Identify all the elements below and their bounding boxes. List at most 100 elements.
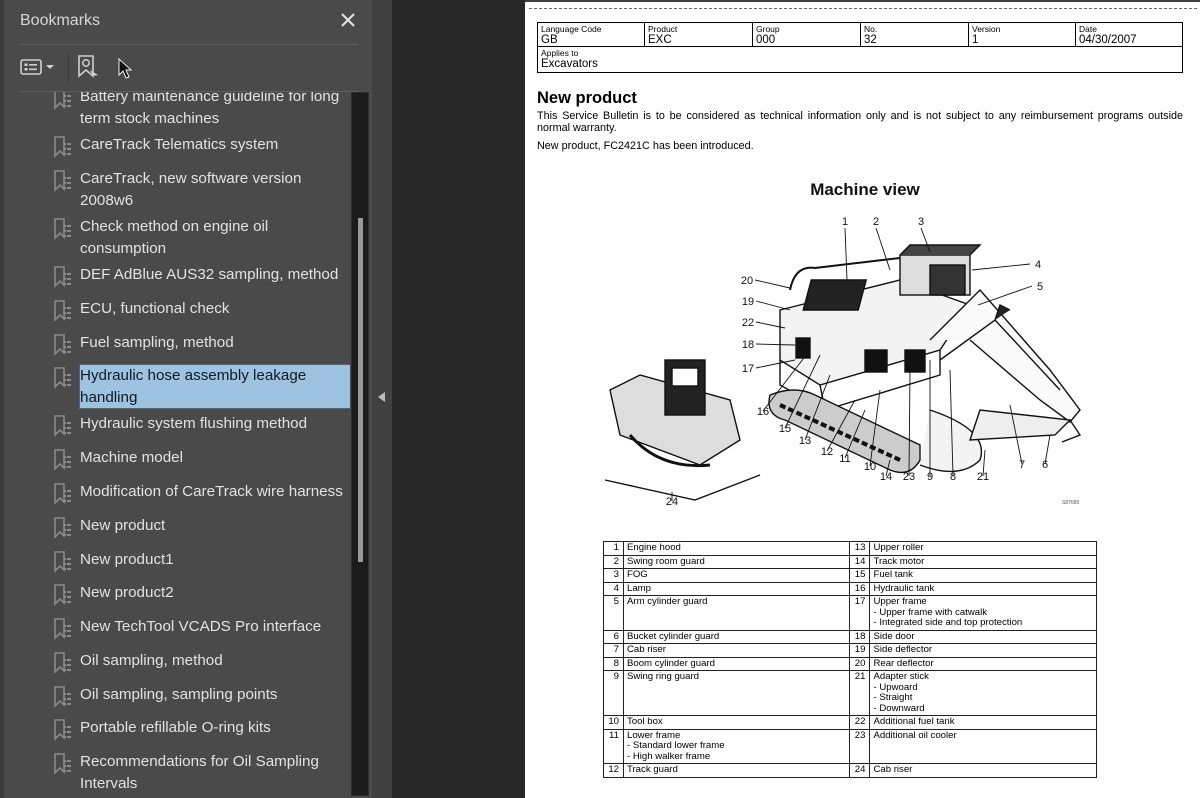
field-label: Version — [972, 24, 1001, 34]
bookmark-label: New TechTool VCADS Pro interface — [80, 618, 322, 635]
find-current-bookmark-icon — [78, 55, 98, 78]
options-menu-button[interactable] — [20, 52, 60, 82]
bookmark-icon — [52, 652, 72, 674]
part-description: Lamp — [622, 581, 851, 596]
callout-label: 19 — [742, 296, 754, 308]
scrollbar-thumb[interactable] — [358, 218, 363, 563]
bookmark-icon — [52, 517, 72, 539]
language-code-cell: Language Code GB — [537, 22, 645, 47]
date-cell: Date 04/30/2007 — [1075, 22, 1183, 47]
field-label: Applies to — [541, 48, 579, 58]
part-description: Additional fuel tank — [869, 715, 1097, 730]
part-name: Hydraulic tank — [873, 582, 935, 594]
part-name: Lamp — [626, 582, 651, 594]
part-description: FOG — [622, 568, 851, 583]
callout-label: 20 — [741, 275, 753, 287]
intro-paragraph: New product, FC2421C has been introduced… — [537, 140, 754, 152]
callout-label: 6 — [1042, 459, 1048, 471]
part-description: Bucket cylinder guard — [622, 629, 851, 644]
part-name: Rear deflector — [873, 657, 934, 669]
part-name: Additional fuel tank — [873, 716, 955, 727]
panel-title: Bookmarks — [20, 12, 101, 29]
parts-table-row: 11 Lower frame - Standard lower frame - Hig… — [603, 728, 1097, 764]
part-variant: - Standard lower frame — [626, 740, 725, 751]
part-number: 16 — [849, 581, 871, 596]
part-description: Adapter stick - Upwoard - Straight - Downwa… — [869, 670, 1097, 716]
part-name: FOG — [626, 569, 648, 580]
callout-leader-line — [844, 227, 848, 281]
bookmark-icon — [52, 618, 72, 640]
bookmark-label: Portable refillable O-ring kits — [80, 719, 271, 736]
chevron-down-icon — [46, 65, 54, 69]
bookmark-icon — [52, 449, 72, 471]
parts-table-row: 10 Tool box 22 Additional fuel tank — [603, 715, 1097, 730]
machine-view-illustration: 1 2 3456789101112131415161718192021222324 — [604, 216, 1082, 508]
part-name: Swing ring guard — [626, 671, 699, 682]
part-number: 15 — [849, 568, 871, 583]
bookmark-icon — [52, 136, 72, 158]
callout-label: 18 — [742, 339, 754, 351]
part-description: Side door — [869, 629, 1097, 644]
product-cell: Product EXC — [644, 22, 753, 47]
part-name: Tool box — [626, 716, 663, 727]
parts-table-row: 7 Cab riser 19 Side deflector — [603, 643, 1097, 658]
part-description: Engine hood — [622, 541, 851, 556]
part-number: 20 — [849, 656, 871, 671]
bookmark-icon — [52, 719, 72, 741]
part-number: 1 — [603, 541, 624, 556]
part-description: Upper frame - Upper frame with catwalk - I… — [869, 595, 1097, 631]
bookmark-label: ECU, functional check — [80, 300, 230, 317]
part-description: Boom cylinder guard — [622, 656, 851, 671]
toolbar-divider — [68, 54, 69, 82]
part-description: Rear deflector — [869, 656, 1097, 671]
part-number: 4 — [603, 581, 624, 596]
part-number: 2 — [603, 554, 624, 569]
bookmarks-panel: Bookmarks Battery maintenance guideline … — [4, 0, 372, 798]
find-current-bookmark-button[interactable] — [76, 52, 104, 82]
bookmark-label: CareTrack Telematics system — [80, 136, 279, 153]
bookmark-label: Check method on engine oil consumption — [80, 218, 269, 257]
chevron-left-icon — [378, 392, 385, 402]
field-label: No. — [864, 24, 878, 34]
divider — [20, 44, 358, 45]
bookmark-label: New product — [80, 517, 166, 534]
callout-label: 14 — [880, 471, 892, 483]
pdf-viewer: Bookmarks Battery maintenance guideline … — [0, 0, 1200, 798]
part-description: Lower frame - Standard lower frame - High … — [622, 728, 851, 764]
bookmark-icon — [52, 686, 72, 708]
bookmark-icon — [52, 218, 72, 240]
callout-label: 17 — [742, 363, 754, 375]
callout-label: 12 — [821, 446, 833, 458]
part-name: Side deflector — [873, 644, 933, 655]
parts-table-row: 9 Swing ring guard 21 Adapter stick - Upwoar… — [603, 670, 1097, 716]
bookmark-icon — [52, 334, 72, 356]
part-description: Hydraulic tank — [869, 581, 1097, 596]
bookmark-icon — [52, 92, 72, 110]
part-description: Upper roller — [869, 541, 1097, 556]
part-description: Additional oil cooler — [869, 728, 1097, 764]
part-number: 8 — [603, 656, 624, 671]
callout-leader-line — [754, 279, 791, 289]
parts-table-row: 1 Engine hood 13 Upper roller — [603, 541, 1097, 556]
group-cell: Group 000 — [752, 22, 861, 47]
document-viewport[interactable]: Language Code GB Product EXC Group 000 No. 3… — [392, 0, 1200, 798]
figure-code: S87685 — [1062, 500, 1080, 506]
field-label: Group — [756, 24, 780, 34]
close-panel-button[interactable] — [336, 8, 360, 32]
part-name: Cab riser — [873, 764, 913, 775]
collapse-panel-button[interactable] — [372, 0, 392, 798]
parts-table-row: 4 Lamp 16 Hydraulic tank — [603, 581, 1097, 596]
part-number: 10 — [603, 715, 624, 730]
field-value: 000 — [756, 34, 776, 46]
bookmark-label: Machine model — [80, 449, 183, 466]
field-label: Language Code — [541, 24, 602, 34]
bookmark-label: Recommendations for Oil Sampling Interva… — [80, 753, 319, 792]
document-title: New product — [537, 89, 637, 107]
bookmark-icon — [52, 753, 72, 775]
parts-table-row: 6 Bucket cylinder guard 18 Side door — [603, 629, 1097, 644]
part-variant: - High walker frame — [626, 750, 711, 762]
bookmark-label: Oil sampling, method — [80, 652, 223, 669]
bookmark-list-scrollbar[interactable] — [351, 92, 369, 796]
version-cell: Version 1 — [968, 22, 1076, 47]
part-number: 11 — [603, 728, 624, 764]
